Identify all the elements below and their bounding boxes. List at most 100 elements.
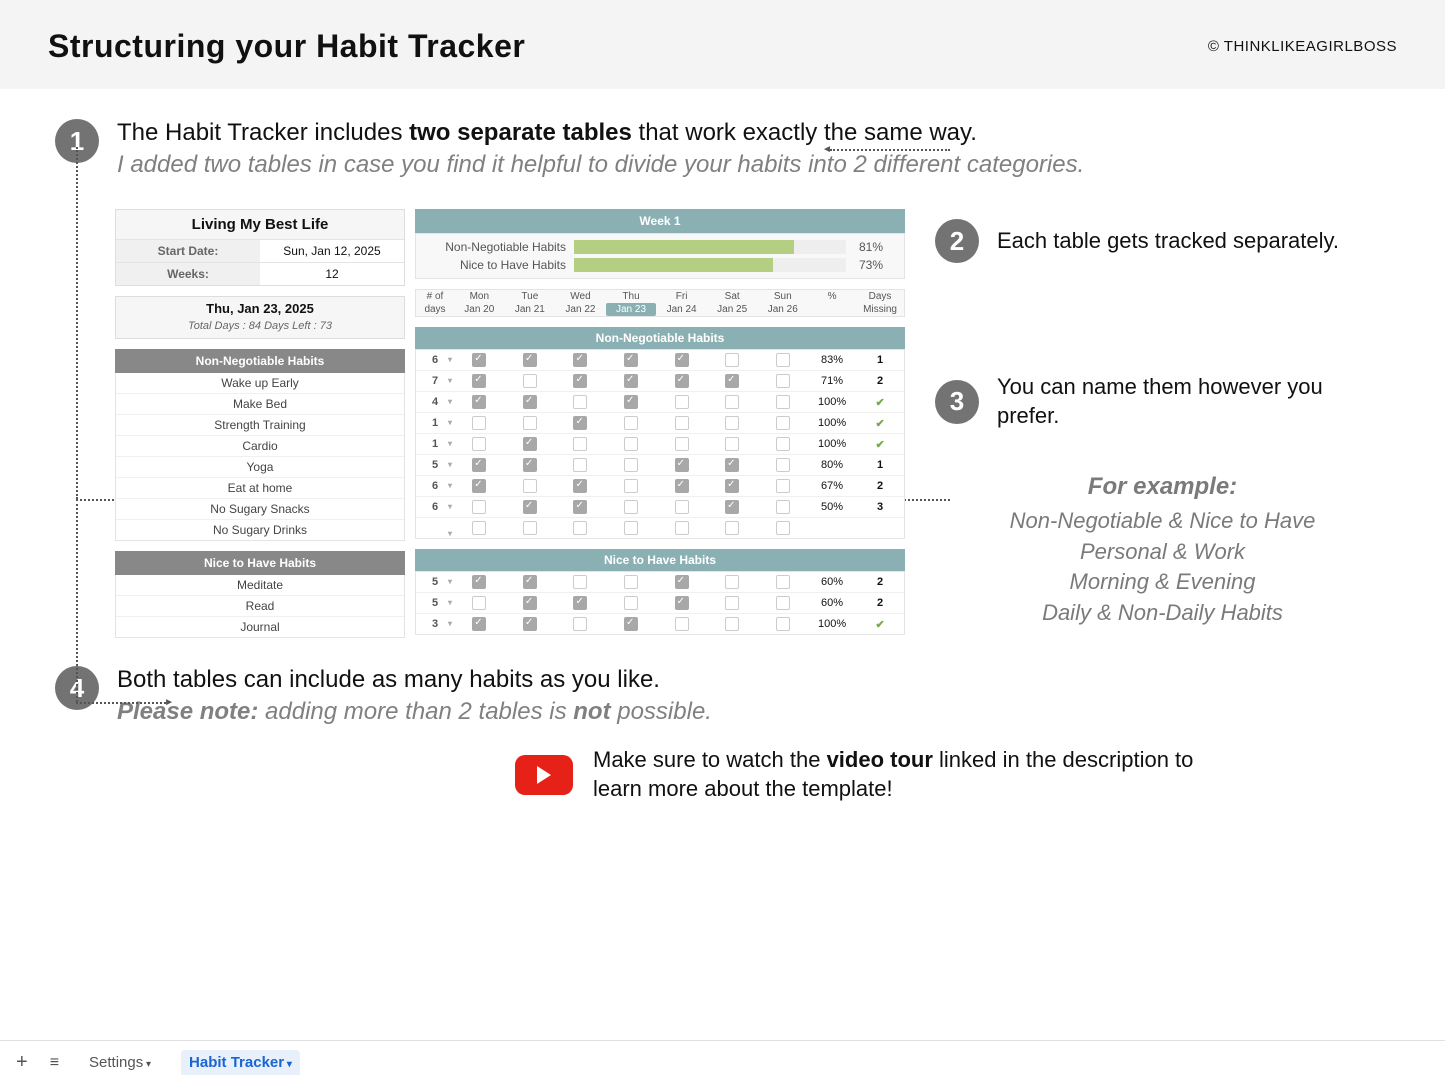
habit-checkbox[interactable] [776, 617, 790, 631]
habit-checkbox[interactable] [675, 521, 689, 535]
habit-checkbox[interactable] [675, 416, 689, 430]
habit-name[interactable]: Journal [116, 617, 404, 637]
days-count-dropdown[interactable]: 3 [416, 615, 454, 633]
habit-checkbox[interactable] [725, 437, 739, 451]
habit-checkbox[interactable] [472, 353, 486, 367]
habit-checkbox[interactable] [675, 500, 689, 514]
habit-checkbox[interactable] [725, 458, 739, 472]
habit-checkbox[interactable] [725, 479, 739, 493]
weeks-dropdown[interactable]: 12 [260, 263, 404, 285]
habit-name[interactable]: Eat at home [116, 478, 404, 499]
habit-checkbox[interactable] [776, 479, 790, 493]
habit-name[interactable]: Read [116, 596, 404, 617]
habit-checkbox[interactable] [675, 395, 689, 409]
habit-checkbox[interactable] [675, 353, 689, 367]
habit-checkbox[interactable] [573, 458, 587, 472]
habit-checkbox[interactable] [573, 596, 587, 610]
tab-habit-tracker[interactable]: Habit Tracker [181, 1050, 300, 1075]
habit-checkbox[interactable] [523, 500, 537, 514]
habit-checkbox[interactable] [725, 374, 739, 388]
start-date-cell[interactable]: Sun, Jan 12, 2025 [260, 240, 404, 262]
youtube-icon[interactable] [515, 755, 573, 795]
days-count-dropdown[interactable]: 6 [416, 477, 454, 495]
habit-checkbox[interactable] [776, 500, 790, 514]
habit-checkbox[interactable] [776, 596, 790, 610]
habit-checkbox[interactable] [573, 437, 587, 451]
habit-checkbox[interactable] [624, 575, 638, 589]
days-count-dropdown[interactable]: 6 [416, 351, 454, 369]
habit-checkbox[interactable] [675, 458, 689, 472]
habit-checkbox[interactable] [776, 353, 790, 367]
habit-name[interactable]: Cardio [116, 436, 404, 457]
habit-checkbox[interactable] [573, 479, 587, 493]
habit-checkbox[interactable] [776, 437, 790, 451]
habit-checkbox[interactable] [624, 521, 638, 535]
habit-checkbox[interactable] [776, 521, 790, 535]
habit-checkbox[interactable] [472, 374, 486, 388]
days-count-dropdown[interactable]: 1 [416, 414, 454, 432]
habit-checkbox[interactable] [523, 575, 537, 589]
habit-checkbox[interactable] [675, 617, 689, 631]
habit-checkbox[interactable] [472, 500, 486, 514]
habit-checkbox[interactable] [776, 395, 790, 409]
habit-checkbox[interactable] [725, 596, 739, 610]
habit-checkbox[interactable] [472, 575, 486, 589]
days-count-dropdown[interactable] [416, 525, 454, 531]
habit-checkbox[interactable] [573, 617, 587, 631]
days-count-dropdown[interactable]: 6 [416, 498, 454, 516]
habit-checkbox[interactable] [624, 416, 638, 430]
habit-checkbox[interactable] [624, 596, 638, 610]
habit-checkbox[interactable] [624, 458, 638, 472]
habit-name[interactable]: No Sugary Drinks [116, 520, 404, 540]
habit-checkbox[interactable] [523, 479, 537, 493]
habit-checkbox[interactable] [472, 479, 486, 493]
habit-checkbox[interactable] [523, 374, 537, 388]
habit-checkbox[interactable] [573, 395, 587, 409]
habit-checkbox[interactable] [573, 521, 587, 535]
habit-checkbox[interactable] [725, 353, 739, 367]
habit-checkbox[interactable] [573, 575, 587, 589]
habit-name[interactable]: Yoga [116, 457, 404, 478]
habit-checkbox[interactable] [675, 374, 689, 388]
habit-checkbox[interactable] [776, 416, 790, 430]
habit-checkbox[interactable] [624, 617, 638, 631]
habit-checkbox[interactable] [523, 353, 537, 367]
habit-checkbox[interactable] [472, 437, 486, 451]
habit-checkbox[interactable] [624, 374, 638, 388]
habit-checkbox[interactable] [624, 353, 638, 367]
all-sheets-icon[interactable]: ≡ [50, 1054, 59, 1072]
days-count-dropdown[interactable]: 5 [416, 594, 454, 612]
habit-checkbox[interactable] [725, 416, 739, 430]
habit-checkbox[interactable] [624, 437, 638, 451]
habit-checkbox[interactable] [675, 479, 689, 493]
habit-checkbox[interactable] [776, 458, 790, 472]
days-count-dropdown[interactable]: 7 [416, 372, 454, 390]
habit-name[interactable]: Meditate [116, 575, 404, 596]
tab-settings[interactable]: Settings [81, 1050, 159, 1075]
habit-checkbox[interactable] [523, 521, 537, 535]
days-count-dropdown[interactable]: 5 [416, 456, 454, 474]
habit-checkbox[interactable] [675, 437, 689, 451]
habit-checkbox[interactable] [776, 575, 790, 589]
add-sheet-icon[interactable]: + [16, 1051, 28, 1074]
habit-checkbox[interactable] [675, 575, 689, 589]
habit-checkbox[interactable] [523, 416, 537, 430]
habit-checkbox[interactable] [725, 521, 739, 535]
habit-checkbox[interactable] [725, 617, 739, 631]
habit-checkbox[interactable] [472, 521, 486, 535]
days-count-dropdown[interactable]: 1 [416, 435, 454, 453]
habit-checkbox[interactable] [776, 374, 790, 388]
days-count-dropdown[interactable]: 4 [416, 393, 454, 411]
habit-checkbox[interactable] [675, 596, 689, 610]
habit-name[interactable]: No Sugary Snacks [116, 499, 404, 520]
habit-checkbox[interactable] [472, 458, 486, 472]
habit-checkbox[interactable] [725, 500, 739, 514]
habit-checkbox[interactable] [523, 458, 537, 472]
habit-name[interactable]: Make Bed [116, 394, 404, 415]
habit-checkbox[interactable] [725, 575, 739, 589]
habit-checkbox[interactable] [472, 416, 486, 430]
habit-checkbox[interactable] [573, 353, 587, 367]
habit-name[interactable]: Strength Training [116, 415, 404, 436]
habit-checkbox[interactable] [624, 479, 638, 493]
habit-checkbox[interactable] [523, 596, 537, 610]
